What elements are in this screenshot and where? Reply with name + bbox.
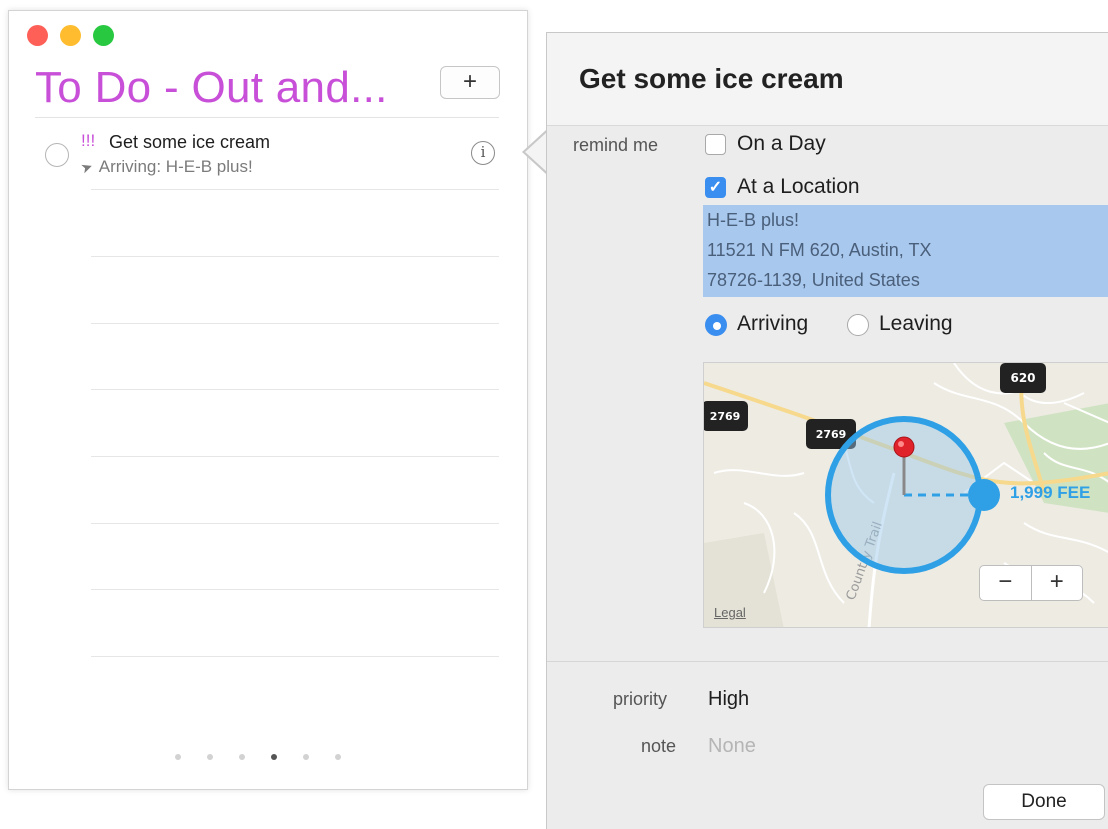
reminder-row[interactable]: !!! Get some ice cream ➤ Arriving: H-E-B …	[45, 129, 505, 191]
list-row-divider	[91, 523, 499, 524]
map-zoom-control: − +	[979, 565, 1083, 601]
map-pin-highlight	[898, 441, 904, 447]
add-reminder-button[interactable]: +	[440, 66, 500, 99]
list-title[interactable]: To Do - Out and...	[35, 63, 388, 113]
address-line-1: H-E-B plus!	[707, 210, 800, 230]
window-controls	[27, 25, 114, 46]
title-divider	[35, 117, 499, 118]
detail-title[interactable]: Get some ice cream	[579, 63, 844, 95]
priority-value[interactable]: High	[708, 688, 749, 711]
hwy-shield-2769: 2769	[704, 401, 748, 431]
geofence-radius-handle[interactable]	[968, 479, 1000, 511]
close-window-button[interactable]	[27, 25, 48, 46]
list-row-divider	[91, 256, 499, 257]
page-dot[interactable]	[175, 754, 181, 760]
at-a-location-label[interactable]: At a Location	[737, 175, 860, 199]
reminders-list-window: To Do - Out and... + !!! Get some ice cr…	[8, 10, 528, 790]
leaving-radio[interactable]	[847, 314, 869, 336]
list-row-divider	[91, 589, 499, 590]
list-row-divider	[91, 656, 499, 657]
zoom-out-button[interactable]: −	[980, 566, 1031, 600]
priority-label: priority	[613, 689, 668, 709]
list-row-divider	[91, 456, 499, 457]
hwy-shield-label: 620	[1010, 371, 1035, 385]
hwy-shield-label: 2769	[710, 410, 741, 423]
popover-header: Get some ice cream	[547, 33, 1108, 126]
reminder-detail-popover: Get some ice cream remind me On a Day ✓ …	[546, 32, 1108, 829]
zoom-in-button[interactable]: +	[1030, 566, 1083, 600]
arriving-radio[interactable]	[705, 314, 727, 336]
at-a-location-checkbox[interactable]: ✓	[705, 177, 726, 198]
page-dot[interactable]	[239, 754, 245, 760]
priority-marks: !!!	[81, 131, 96, 150]
geofence-radius-label: 1,999 FEE	[1010, 483, 1091, 502]
location-address-field[interactable]: H-E-B plus! 11521 N FM 620, Austin, TX 7…	[703, 205, 1108, 297]
address-line-2: 11521 N FM 620, Austin, TX	[707, 240, 932, 260]
on-a-day-label[interactable]: On a Day	[737, 132, 826, 156]
leaving-label[interactable]: Leaving	[879, 312, 953, 336]
reminder-title[interactable]: Get some ice cream	[109, 132, 270, 153]
minimize-window-button[interactable]	[60, 25, 81, 46]
reminder-subtitle-text: Arriving: H-E-B plus!	[98, 157, 253, 176]
location-map[interactable]: 620 2769 2769 Country Trail 1,999 FEE − …	[703, 362, 1108, 628]
page-dot[interactable]	[207, 754, 213, 760]
complete-checkbox[interactable]	[45, 143, 69, 167]
map-legal-link[interactable]: Legal	[714, 605, 746, 620]
done-button[interactable]: Done	[983, 784, 1105, 820]
page-dot[interactable]	[303, 754, 309, 760]
on-a-day-checkbox[interactable]	[705, 134, 726, 155]
note-field[interactable]: None	[708, 735, 756, 758]
list-row-divider	[91, 189, 499, 190]
note-label: note	[641, 736, 677, 756]
info-icon[interactable]: i	[471, 141, 495, 165]
arriving-label[interactable]: Arriving	[737, 312, 808, 336]
location-arrow-icon: ➤	[78, 157, 95, 177]
popover-arrow-fill	[525, 132, 547, 172]
remind-me-label: remind me	[573, 135, 659, 155]
address-line-3: 78726-1139, United States	[707, 270, 920, 290]
page-indicator[interactable]	[175, 754, 357, 760]
list-row-divider	[91, 323, 499, 324]
page-dot[interactable]	[335, 754, 341, 760]
reminder-location-subtitle: ➤ Arriving: H-E-B plus!	[78, 157, 253, 177]
list-row-divider	[91, 389, 499, 390]
section-divider	[547, 661, 1108, 662]
hwy-shield-label: 2769	[816, 428, 847, 441]
hwy-shield-620: 620	[1000, 363, 1046, 393]
page-dot-active[interactable]	[271, 754, 277, 760]
zoom-window-button[interactable]	[93, 25, 114, 46]
map-pin-icon[interactable]	[893, 436, 915, 458]
